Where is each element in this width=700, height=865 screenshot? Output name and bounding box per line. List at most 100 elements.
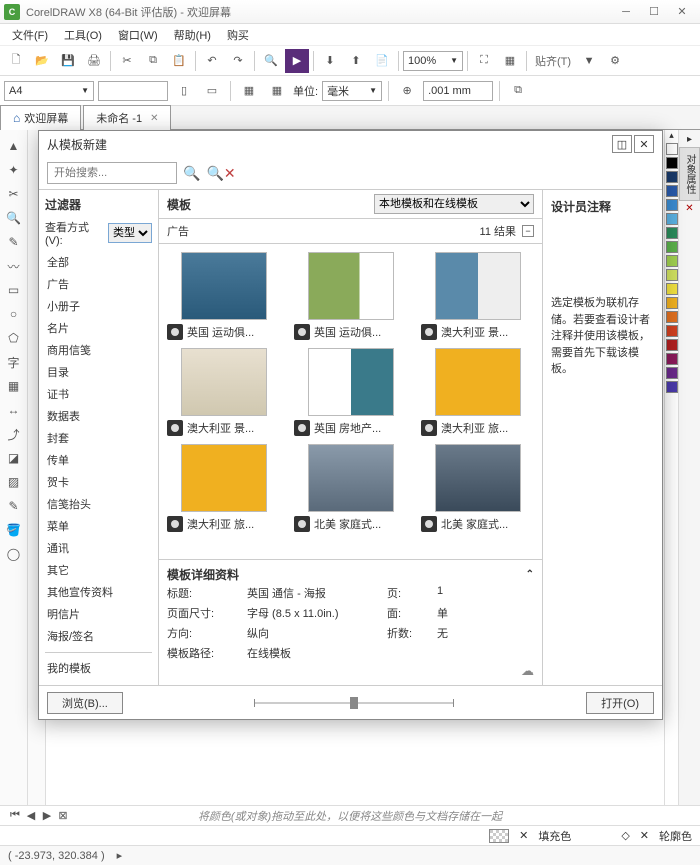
color-swatch[interactable] <box>666 157 678 169</box>
color-swatch[interactable] <box>666 297 678 309</box>
dialog-dock-button[interactable]: ◫ <box>612 135 632 153</box>
object-properties-tab[interactable]: 对象属性 <box>679 147 700 201</box>
zoom-tool[interactable]: 🔍 <box>2 207 26 229</box>
page-first[interactable]: ⏮ <box>8 809 22 822</box>
status-arrow[interactable]: ▸ <box>117 849 123 862</box>
page-next[interactable]: ▶ <box>40 809 54 822</box>
category-item[interactable]: 小册子 <box>45 295 152 317</box>
nudge-input[interactable]: .001 mm <box>423 81 493 101</box>
color-swatch[interactable] <box>666 213 678 225</box>
color-swatch[interactable] <box>666 311 678 323</box>
zoom-combo[interactable]: 100%▼ <box>403 51 463 71</box>
dropshadow-tool[interactable]: ◪ <box>2 447 26 469</box>
template-card[interactable]: 英国 运动俱... <box>294 252 407 340</box>
category-item[interactable]: 菜单 <box>45 515 152 537</box>
color-swatch[interactable] <box>666 143 678 155</box>
category-item[interactable]: 其它 <box>45 559 152 581</box>
close-icon[interactable]: ✕ <box>150 113 158 124</box>
browse-button[interactable]: 浏览(B)... <box>47 692 123 714</box>
category-item[interactable]: 信笺抬头 <box>45 493 152 515</box>
thumbnail-size-slider[interactable] <box>131 702 578 704</box>
landscape-button[interactable]: ▭ <box>200 79 224 103</box>
cut-button[interactable]: ✂ <box>115 49 139 73</box>
copy-button[interactable]: ⧉ <box>141 49 165 73</box>
tab-welcome[interactable]: ⌂ 欢迎屏幕 <box>0 105 81 130</box>
docker-arrow[interactable]: ▸ <box>687 134 692 145</box>
category-item[interactable]: 贺卡 <box>45 471 152 493</box>
preview-button[interactable]: ▦ <box>498 49 522 73</box>
close-button[interactable]: ✕ <box>668 2 696 22</box>
category-item[interactable]: 其他宣传资料 <box>45 581 152 603</box>
rectangle-tool[interactable]: ▭ <box>2 279 26 301</box>
category-item[interactable]: 目录 <box>45 361 152 383</box>
color-swatch[interactable] <box>666 171 678 183</box>
template-card[interactable]: 澳大利亚 旅... <box>167 444 280 532</box>
outline-tool[interactable]: ◯ <box>2 543 26 565</box>
menu-help[interactable]: 帮助(H) <box>166 25 219 45</box>
maximize-button[interactable]: ☐ <box>640 2 668 22</box>
color-swatch[interactable] <box>666 269 678 281</box>
template-card[interactable]: 北美 家庭式... <box>294 444 407 532</box>
eyedropper-tool[interactable]: ✎ <box>2 495 26 517</box>
color-swatch[interactable] <box>666 283 678 295</box>
category-item[interactable]: 明信片 <box>45 603 152 625</box>
redo-button[interactable]: ↷ <box>226 49 250 73</box>
color-swatch[interactable] <box>666 367 678 379</box>
collapse-button[interactable]: − <box>522 225 534 237</box>
page-close[interactable]: ⊠ <box>56 809 70 822</box>
portrait-button[interactable]: ▯ <box>172 79 196 103</box>
transparency-tool[interactable]: ▨ <box>2 471 26 493</box>
view-by-select[interactable]: 类型 <box>108 223 152 243</box>
paper-size-combo[interactable]: A4▼ <box>4 81 94 101</box>
template-card[interactable]: 英国 房地产... <box>294 348 407 436</box>
page-layout2-button[interactable]: ▦ <box>265 79 289 103</box>
page-prev[interactable]: ◀ <box>24 809 38 822</box>
color-swatch[interactable] <box>666 185 678 197</box>
launch-button[interactable]: ▶ <box>285 49 309 73</box>
menu-buy[interactable]: 购买 <box>219 25 257 45</box>
save-button[interactable]: 💾 <box>56 49 80 73</box>
crop-tool[interactable]: ✂ <box>2 183 26 205</box>
template-card[interactable]: 北美 家庭式... <box>421 444 534 532</box>
category-item[interactable]: 广告 <box>45 273 152 295</box>
color-swatch[interactable] <box>666 199 678 211</box>
category-item[interactable]: 名片 <box>45 317 152 339</box>
category-item[interactable]: 数据表 <box>45 405 152 427</box>
template-card[interactable]: 澳大利亚 景... <box>421 252 534 340</box>
dialog-close-button[interactable]: ✕ <box>634 135 654 153</box>
template-card[interactable]: 澳大利亚 景... <box>167 348 280 436</box>
source-select[interactable]: 本地模板和在线模板 <box>374 194 534 214</box>
minimize-button[interactable]: ─ <box>612 2 640 22</box>
import-button[interactable]: ⬇ <box>318 49 342 73</box>
menu-tools[interactable]: 工具(O) <box>56 25 110 45</box>
clear-search-icon[interactable]: 🔍✕ <box>206 165 235 182</box>
color-swatch[interactable] <box>666 241 678 253</box>
unit-combo[interactable]: 毫米▼ <box>322 81 382 101</box>
color-swatch[interactable] <box>666 353 678 365</box>
nudge-icon[interactable]: ⊕ <box>395 79 419 103</box>
menu-file[interactable]: 文件(F) <box>4 25 56 45</box>
template-card[interactable]: 英国 运动俱... <box>167 252 280 340</box>
category-item[interactable]: 通讯 <box>45 537 152 559</box>
undo-button[interactable]: ↶ <box>200 49 224 73</box>
color-swatch[interactable] <box>666 339 678 351</box>
search-button[interactable]: 🔍 <box>259 49 283 73</box>
shape-tool[interactable]: ✦ <box>2 159 26 181</box>
category-item[interactable]: 封套 <box>45 427 152 449</box>
category-item[interactable]: 全部 <box>45 251 152 273</box>
docker-close[interactable]: ✕ <box>685 203 693 214</box>
template-card[interactable]: 澳大利亚 旅... <box>421 348 534 436</box>
my-templates-item[interactable]: 我的模板 <box>45 657 152 679</box>
freehand-tool[interactable]: ✎ <box>2 231 26 253</box>
connector-tool[interactable]: ⤴ <box>2 423 26 445</box>
color-swatch[interactable] <box>666 381 678 393</box>
text-tool[interactable]: 字 <box>2 351 26 373</box>
polygon-tool[interactable]: ⬠ <box>2 327 26 349</box>
page-layout-button[interactable]: ▦ <box>237 79 261 103</box>
print-button[interactable]: 🖨 <box>82 49 106 73</box>
tab-untitled[interactable]: 未命名 -1 ✕ <box>83 105 171 130</box>
export-button[interactable]: ⬆ <box>344 49 368 73</box>
dimension-tool[interactable]: ↔ <box>2 399 26 421</box>
fullscreen-button[interactable]: ⛶ <box>472 49 496 73</box>
pdf-button[interactable]: 📄 <box>370 49 394 73</box>
